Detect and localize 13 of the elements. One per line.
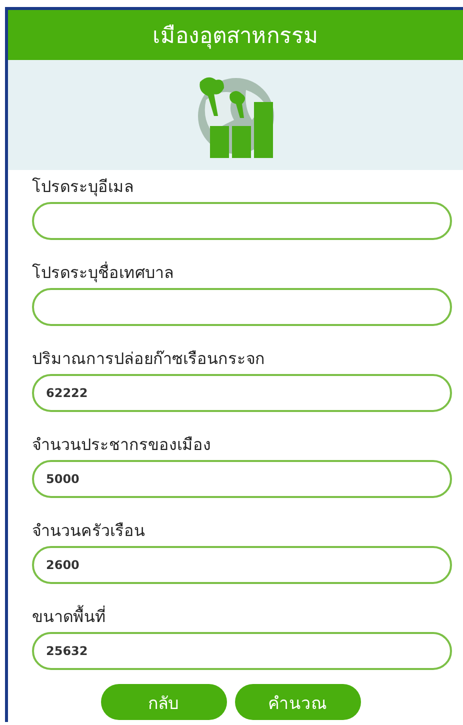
field-label: จำนวนครัวเรือน [32,520,146,542]
input-field[interactable]: 5000 [32,460,452,498]
page-title: เมืองอุตสาหกรรม [152,22,318,51]
input-field[interactable] [32,202,452,240]
field-label: จำนวนประชากรของเมือง [32,434,212,456]
input-field[interactable] [32,288,452,326]
input-field[interactable]: 62222 [32,374,452,412]
field-label: ขนาดพื้นที่ [32,604,107,628]
input-field[interactable]: 2600 [32,546,452,584]
field-label: ปริมาณการปล่อยก๊าซเรือนกระจก [32,348,266,370]
input-field[interactable]: 25632 [32,632,452,670]
field-label: โปรดระบุชื่อเทศบาล [32,260,175,284]
field-label: โปรดระบุอีเมล [32,176,135,198]
